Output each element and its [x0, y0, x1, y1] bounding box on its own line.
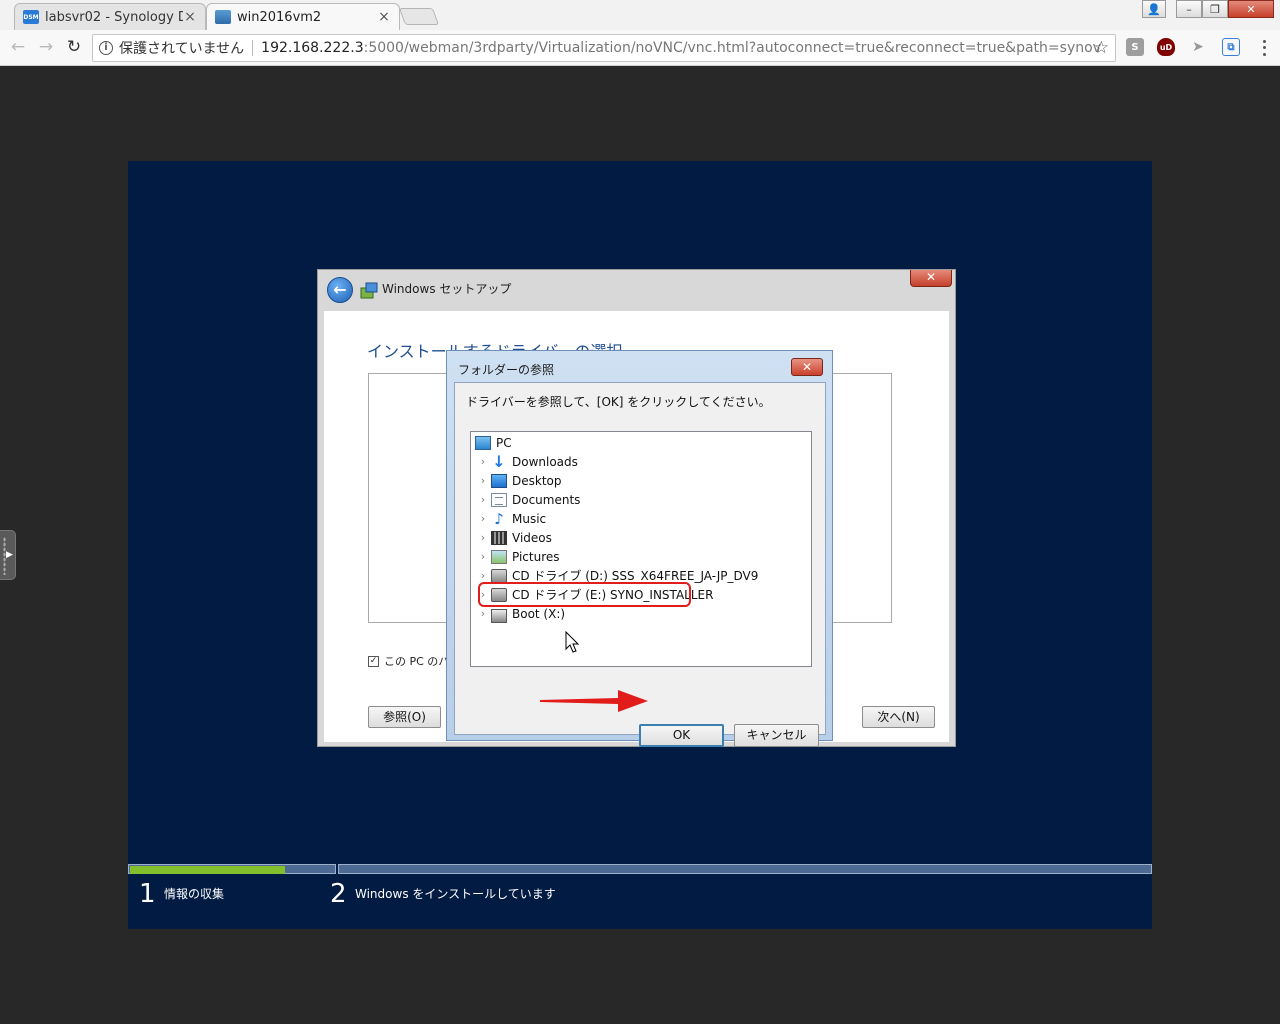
dialog-title: フォルダーの参照 [458, 363, 555, 377]
chevron-right-icon[interactable]: › [475, 512, 491, 525]
mouse-pointer-icon [565, 631, 580, 653]
back-arrow-icon[interactable]: ← [327, 277, 353, 303]
url-host: 192.168.222.3 [261, 40, 364, 56]
tree-item-desktop[interactable]: › Desktop [475, 471, 562, 490]
security-status: 保護されていません [119, 41, 245, 57]
step-number: 1 [139, 879, 156, 909]
restore-icon[interactable]: ❐ [1202, 0, 1228, 18]
url-path: :5000/webman/3rdparty/Virtualization/noV… [363, 40, 1101, 56]
chevron-right-icon[interactable]: › [475, 569, 491, 582]
cancel-button[interactable]: キャンセル [734, 724, 819, 747]
chevron-right-icon[interactable]: › [475, 607, 491, 620]
tab-close-icon[interactable]: × [377, 9, 391, 25]
setup-close-button[interactable]: ✕ [910, 270, 952, 287]
extension-s-icon[interactable]: S [1126, 38, 1144, 56]
tree-item-label: Music [512, 511, 547, 526]
tree-item-documents[interactable]: › Documents [475, 490, 580, 509]
forward-icon[interactable]: → [36, 37, 56, 57]
tree-item-videos[interactable]: › Videos [475, 528, 552, 547]
pictures-icon [491, 549, 507, 564]
setup-progress [128, 864, 1152, 874]
extension-arrow-icon[interactable]: ➤ [1189, 38, 1207, 56]
tree-item-label: Downloads [512, 454, 578, 469]
step-label: Windows をインストールしています [355, 887, 556, 901]
tab-close-icon[interactable]: × [183, 9, 197, 25]
bookmark-star-icon[interactable]: ☆ [1094, 38, 1109, 58]
chevron-right-icon[interactable]: › [475, 493, 491, 506]
novnc-control-handle[interactable]: ▶ [0, 530, 16, 580]
dialog-instruction: ドライバーを参照して、[OK] をクリックしてください。 [466, 395, 771, 409]
expand-arrow-icon: ▶ [6, 550, 13, 560]
setup-app-icon [360, 282, 378, 299]
browser-tab-strip: DSM labsvr02 - Synology D × win2016vm2 ×… [0, 0, 1280, 30]
chevron-right-icon[interactable]: › [475, 531, 491, 544]
vm-favicon-icon [215, 10, 231, 24]
tree-item-label: Pictures [512, 549, 560, 564]
tree-item-label: Documents [512, 492, 581, 507]
videos-icon [491, 530, 507, 545]
extension-translate-icon[interactable]: ⧉ [1222, 38, 1240, 56]
progress-segment-2 [338, 864, 1152, 874]
tree-item-label: Videos [512, 530, 552, 545]
chevron-right-icon[interactable]: › [475, 455, 491, 468]
chrome-menu-icon[interactable] [1258, 38, 1270, 58]
vnc-remote-screen[interactable]: ← Windows セットアップ ✕ インストールするドライバーの選択 ✓ この… [128, 161, 1152, 929]
progress-fill [130, 866, 285, 874]
annotation-highlight-ring [478, 582, 691, 607]
ok-button[interactable]: OK [639, 724, 724, 747]
hide-incompatible-checkbox[interactable]: ✓ この PC のハ [368, 653, 449, 669]
ublock-icon[interactable]: uD [1157, 38, 1175, 56]
browser-toolbar: ← → ↻ i 保護されていません 192.168.222.3:5000/web… [0, 30, 1280, 66]
address-bar[interactable]: i 保護されていません 192.168.222.3:5000/webman/3r… [92, 34, 1116, 62]
checkbox-label: この PC のハ [384, 655, 450, 668]
step-label: 情報の収集 [164, 887, 225, 901]
tree-item-label: Boot (X:) [512, 606, 566, 621]
dialog-close-button[interactable]: ✕ [791, 358, 823, 376]
dialog-body: ドライバーを参照して、[OK] をクリックしてください。 PC › ↓ Down… [454, 382, 826, 747]
tab-win2016vm2[interactable]: win2016vm2 × [206, 3, 400, 30]
back-icon[interactable]: ← [8, 37, 28, 57]
tree-item-pictures[interactable]: › Pictures [475, 547, 560, 566]
new-tab-button[interactable] [398, 8, 440, 25]
profile-icon[interactable]: 👤 [1142, 0, 1166, 18]
browse-button[interactable]: 参照(O) [368, 706, 441, 728]
info-icon[interactable]: i [99, 41, 113, 55]
dsm-favicon-icon: DSM [23, 10, 39, 24]
checkbox-checked-icon[interactable]: ✓ [368, 655, 379, 667]
tree-item-music[interactable]: › ♪ Music [475, 509, 546, 528]
tab-labsvr02[interactable]: DSM labsvr02 - Synology D × [14, 3, 206, 30]
progress-segment-1 [128, 864, 336, 874]
desktop-icon [491, 473, 507, 488]
pc-icon [475, 435, 491, 450]
tree-item-pc[interactable]: PC [475, 433, 512, 452]
folder-tree[interactable]: PC › ↓ Downloads › Desktop › Documents ›… [470, 431, 812, 667]
address-divider [252, 40, 254, 56]
tree-item-label: PC [496, 435, 512, 450]
chevron-right-icon[interactable]: › [475, 474, 491, 487]
tree-item-label: Desktop [512, 473, 562, 488]
setup-window-title: Windows セットアップ [382, 282, 512, 296]
downloads-icon: ↓ [492, 451, 506, 471]
cd-drive-icon [491, 568, 507, 583]
window-close-icon[interactable]: ✕ [1228, 0, 1274, 18]
tab-title: win2016vm2 [237, 9, 322, 25]
drive-icon [491, 608, 507, 623]
chevron-right-icon[interactable]: › [475, 550, 491, 563]
tree-item-downloads[interactable]: › ↓ Downloads [475, 452, 578, 471]
annotation-arrow-icon [540, 690, 648, 712]
minimize-icon[interactable]: – [1176, 0, 1202, 18]
step-number: 2 [330, 879, 347, 909]
folder-browse-dialog: フォルダーの参照 ✕ ドライバーを参照して、[OK] をクリックしてください。 … [446, 350, 833, 747]
documents-icon [491, 492, 507, 507]
music-icon: ♪ [494, 509, 504, 528]
reload-icon[interactable]: ↻ [64, 37, 84, 57]
tab-title: labsvr02 - Synology D [45, 9, 183, 25]
next-button[interactable]: 次へ(N) [862, 706, 935, 728]
